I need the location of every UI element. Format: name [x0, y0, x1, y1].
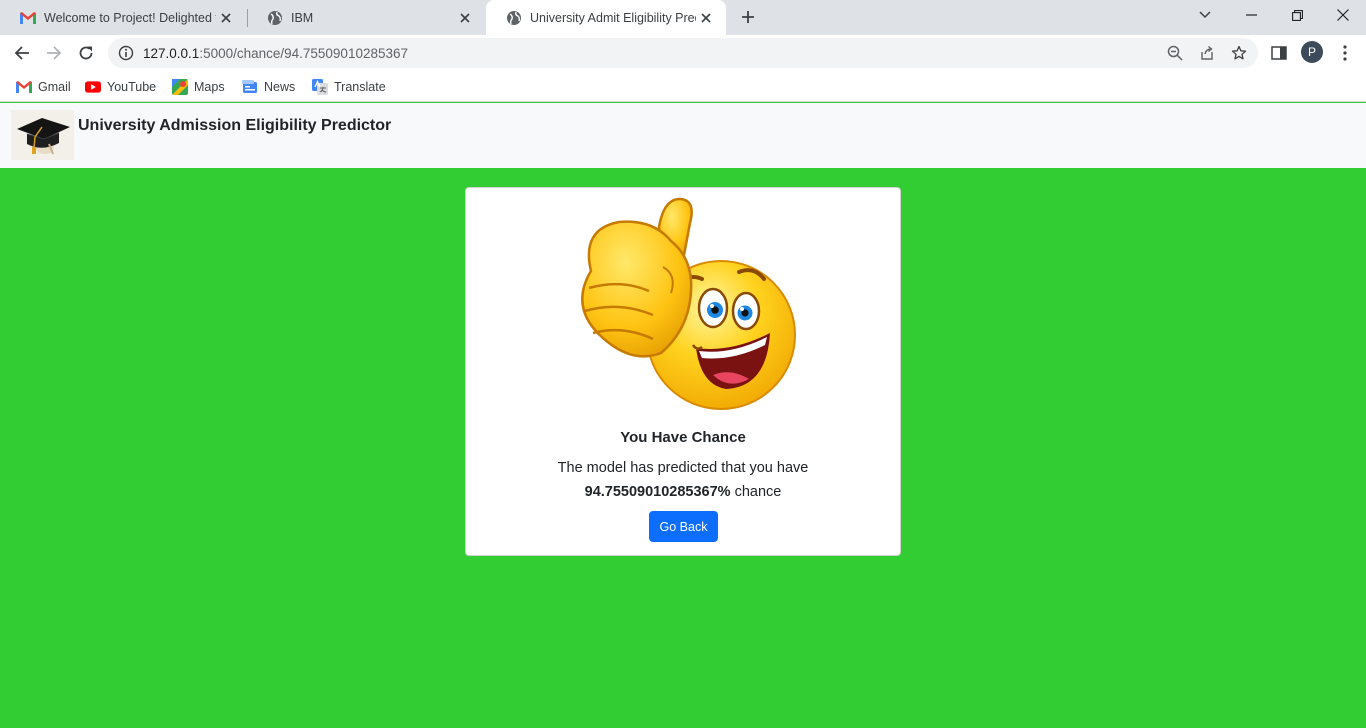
close-tab-icon[interactable] [455, 8, 475, 28]
result-text-before: The model has predicted that you have [557, 460, 809, 476]
tab-ibm[interactable]: IBM [247, 0, 485, 35]
result-card: You Have Chance The model has predicted … [465, 187, 901, 556]
new-tab-button[interactable] [736, 5, 760, 29]
forward-arrow-icon[interactable] [40, 39, 68, 67]
minimize-icon[interactable] [1228, 0, 1274, 30]
go-back-button[interactable]: Go Back [649, 511, 718, 542]
restore-icon[interactable] [1274, 0, 1320, 30]
close-tab-icon[interactable] [216, 8, 236, 28]
bookmark-translate[interactable]: Translate [312, 76, 386, 98]
tab-title: Welcome to Project! Delighted to [44, 10, 216, 25]
result-text-after: chance [734, 484, 782, 500]
site-navbar: University Admission Eligibility Predict… [0, 103, 1366, 168]
graduation-cap-icon[interactable] [11, 110, 74, 160]
address-bar[interactable]: 127.0.0.1:5000/chance/94.75509010285367 [108, 38, 1258, 68]
tab-title: University Admit Eligibility Predictor [530, 10, 696, 25]
browser-toolbar: 127.0.0.1:5000/chance/94.75509010285367 … [0, 35, 1366, 71]
reload-icon[interactable] [72, 39, 100, 67]
url-path: :5000/chance/94.75509010285367 [199, 46, 409, 61]
thumbs-up-emoji [563, 193, 803, 415]
gmail-icon [16, 79, 32, 95]
profile-avatar[interactable]: P [1301, 41, 1323, 63]
result-text: The model has predicted that you have 94… [526, 456, 840, 504]
youtube-icon [85, 79, 101, 95]
bookmark-label: News [264, 80, 296, 94]
globe-icon [506, 10, 522, 26]
more-menu-icon[interactable] [1335, 43, 1355, 63]
tab-strip: Welcome to Project! Delighted to IBM Uni… [0, 0, 1366, 35]
result-title: You Have Chance [620, 429, 746, 446]
bookmark-news[interactable]: News [242, 76, 295, 98]
tab-active-predictor[interactable]: University Admit Eligibility Predictor [486, 0, 726, 35]
back-arrow-icon[interactable] [8, 39, 36, 67]
bookmark-label: Gmail [38, 80, 71, 94]
bookmark-maps[interactable]: Maps [172, 76, 225, 98]
share-icon[interactable] [1198, 44, 1216, 62]
bookmark-label: Maps [194, 80, 225, 94]
bookmark-star-icon[interactable] [1230, 44, 1248, 62]
navbar-brand[interactable]: University Admission Eligibility Predict… [78, 117, 391, 135]
bookmark-label: YouTube [107, 80, 157, 94]
close-tab-icon[interactable] [696, 8, 716, 28]
close-window-icon[interactable] [1320, 0, 1366, 30]
bookmark-gmail[interactable]: Gmail [16, 76, 71, 98]
url-text[interactable]: 127.0.0.1:5000/chance/94.75509010285367 [143, 46, 408, 61]
gmail-icon [20, 10, 36, 26]
globe-icon [267, 10, 283, 26]
translate-icon [312, 79, 328, 95]
site-info-icon[interactable] [118, 45, 134, 61]
maps-icon [172, 79, 188, 95]
tab-gmail[interactable]: Welcome to Project! Delighted to [0, 0, 246, 35]
url-host: 127.0.0.1 [143, 46, 200, 61]
bookmark-youtube[interactable]: YouTube [85, 76, 156, 98]
tab-search-chevron-icon[interactable] [1182, 0, 1228, 30]
bookmarks-bar: Gmail YouTube Maps News Translate [0, 71, 1366, 102]
chance-value: 94.75509010285367% [584, 484, 731, 500]
tab-title: IBM [291, 10, 314, 25]
zoom-icon[interactable] [1166, 44, 1184, 62]
bookmark-label: Translate [334, 80, 386, 94]
news-icon [242, 79, 258, 95]
side-panel-icon[interactable] [1269, 43, 1289, 63]
